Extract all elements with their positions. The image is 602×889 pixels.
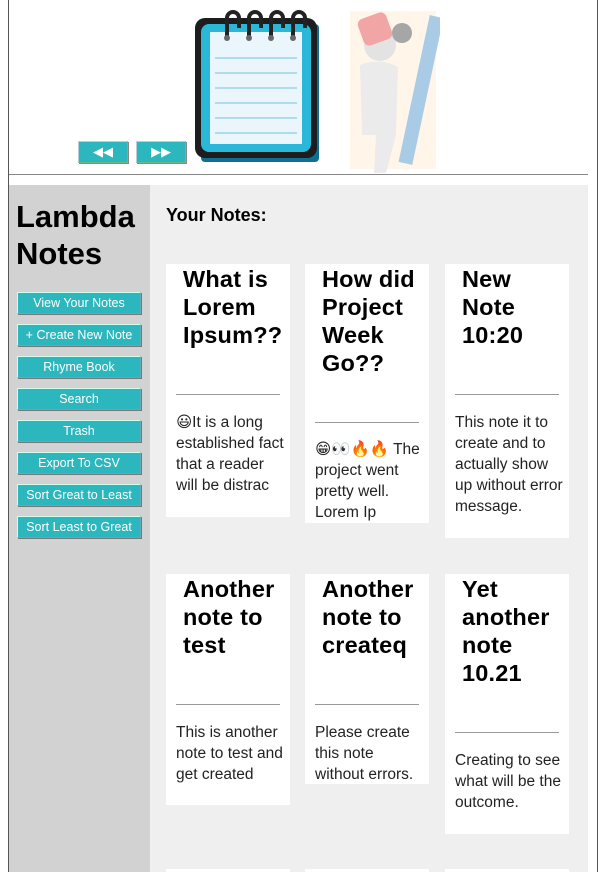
note-body: 😃It is a long established fact that a re… (176, 414, 284, 494)
note-card[interactable]: Another note to createq Please create th… (305, 574, 429, 784)
note-body: Creating to see what will be the outcome… (455, 752, 561, 811)
app-title-line2: Notes (16, 236, 103, 271)
header: ◀◀ ▶▶ (9, 0, 597, 175)
page-border-right (597, 0, 598, 872)
binoculars-figure-icon (350, 11, 440, 173)
notepad-logo-icon (195, 10, 319, 162)
note-card[interactable]: How did Project Week Go?? 😁👀🔥🔥 The proje… (305, 264, 429, 523)
note-divider (315, 704, 419, 705)
sort-great-to-least-button[interactable]: Sort Great to Least (17, 484, 141, 506)
note-divider (455, 732, 559, 733)
sidebar: Lambda Notes View Your Notes + Create Ne… (9, 185, 150, 872)
previous-button[interactable]: ◀◀ (78, 141, 128, 163)
note-title: Another note to createq (322, 576, 414, 658)
note-card[interactable] (166, 869, 290, 889)
note-body: Please create this note without errors. (315, 724, 414, 783)
sort-least-to-great-button[interactable]: Sort Least to Great (17, 516, 141, 538)
note-title: What is Lorem Ipsum?? (183, 266, 283, 348)
app-title: Lambda Notes (16, 198, 135, 272)
note-title: New Note 10:20 (462, 266, 524, 348)
note-card[interactable]: New Note 10:20 This note it to create an… (445, 264, 569, 538)
note-card[interactable] (445, 869, 569, 889)
note-divider (315, 422, 419, 423)
export-csv-button[interactable]: Export To CSV (17, 452, 141, 474)
notes-panel: Your Notes: What is Lorem Ipsum?? 😃It is… (150, 185, 588, 889)
notes-heading: Your Notes: (166, 205, 267, 225)
note-body: This note it to create and to actually s… (455, 414, 563, 515)
note-card[interactable]: Another note to test This is another not… (166, 574, 290, 805)
note-divider (176, 394, 280, 395)
note-title: Yet another note 10.21 (462, 576, 550, 686)
note-card[interactable]: Yet another note 10.21 Creating to see w… (445, 574, 569, 834)
view-notes-button[interactable]: View Your Notes (17, 292, 141, 314)
note-body: This is another note to test and get cre… (176, 724, 283, 783)
note-card[interactable]: What is Lorem Ipsum?? 😃It is a long esta… (166, 264, 290, 517)
create-note-button[interactable]: + Create New Note (17, 324, 141, 346)
rhyme-book-button[interactable]: Rhyme Book (17, 356, 141, 378)
note-title: How did Project Week Go?? (322, 266, 415, 376)
header-divider (9, 174, 588, 175)
note-title: Another note to test (183, 576, 275, 658)
note-card[interactable] (305, 869, 429, 889)
trash-button[interactable]: Trash (17, 420, 141, 442)
note-body: 😁👀🔥🔥 The project went pretty well. Lorem… (315, 441, 420, 521)
next-button[interactable]: ▶▶ (136, 141, 186, 163)
note-divider (455, 394, 559, 395)
note-divider (176, 704, 280, 705)
app-title-line1: Lambda (16, 199, 135, 234)
search-button[interactable]: Search (17, 388, 141, 410)
